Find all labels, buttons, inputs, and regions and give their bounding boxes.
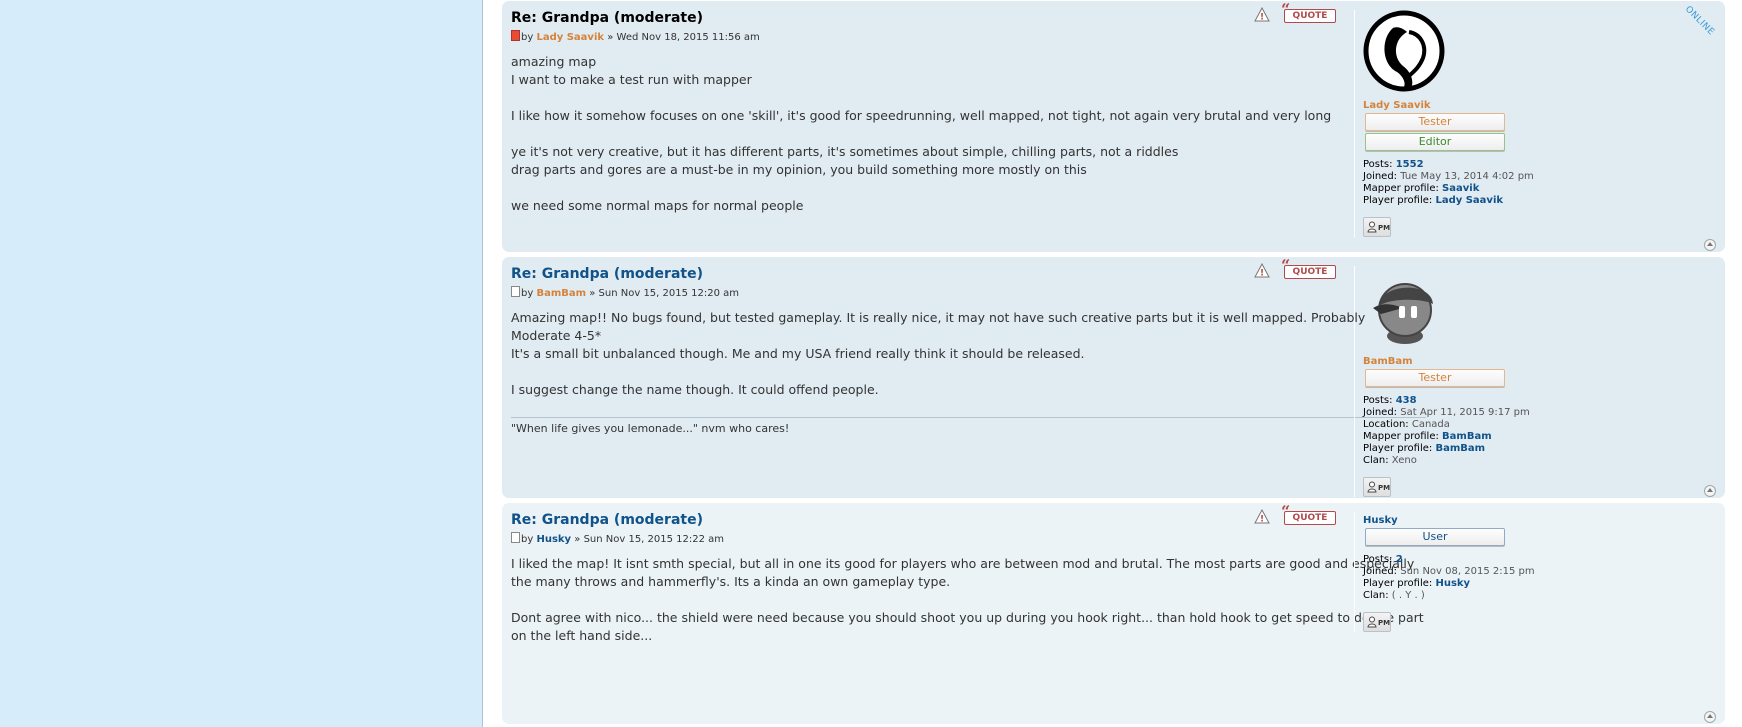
author-link[interactable]: Husky (536, 534, 571, 545)
joined-date: Sun Nov 08, 2015 2:15 pm (1400, 566, 1535, 577)
post-date: Sun Nov 15, 2015 12:22 am (583, 534, 725, 545)
user-icon (1367, 221, 1377, 233)
post: ONLINE Re: Grandpa (moderate) by Lady Sa… (502, 1, 1725, 252)
mapper-profile-link[interactable]: Saavik (1442, 183, 1479, 194)
post-content: Amazing map!! No bugs found, but tested … (511, 309, 1426, 399)
report-icon[interactable]: ! (1254, 263, 1270, 279)
posts-count[interactable]: 2 (1396, 554, 1403, 565)
svg-text:!: ! (1260, 13, 1264, 23)
post-content: amazing map I want to make a test run wi… (511, 53, 1426, 215)
author-link[interactable]: Lady Saavik (536, 32, 604, 43)
quote-button[interactable]: “QUOTE (1281, 504, 1336, 525)
joined-date: Tue May 13, 2014 4:02 pm (1400, 171, 1534, 182)
left-sidebar (0, 0, 483, 727)
unread-post-icon[interactable] (511, 30, 520, 41)
post-paragraph: amazing map I want to make a test run wi… (511, 54, 752, 87)
rank-badge: User (1365, 528, 1505, 546)
clan: ( . Y . ) (1391, 590, 1425, 601)
post-date: Sun Nov 15, 2015 12:20 am (598, 288, 740, 299)
back-to-top-icon[interactable] (1704, 485, 1716, 497)
post-author-line: by Husky » Sun Nov 15, 2015 12:22 am (511, 532, 1426, 546)
post-body: Re: Grandpa (moderate) by BamBam » Sun N… (511, 265, 1426, 437)
profile-username[interactable]: BamBam (1363, 356, 1593, 367)
svg-text:!: ! (1260, 269, 1264, 279)
post-content: I liked the map! It isnt smth special, b… (511, 555, 1426, 645)
post-paragraph: Amazing map!! No bugs found, but tested … (511, 310, 1366, 361)
post-author-line: by Lady Saavik » Wed Nov 18, 2015 11:56 … (511, 30, 1426, 44)
report-icon[interactable]: ! (1254, 7, 1270, 23)
author-link[interactable]: BamBam (536, 288, 586, 299)
post-paragraph: ye it's not very creative, but it has di… (511, 144, 1179, 177)
avatar[interactable] (1363, 266, 1445, 348)
post-body: Re: Grandpa (moderate) by Lady Saavik » … (511, 9, 1426, 215)
post-icon[interactable] (511, 286, 520, 297)
posts-count[interactable]: 438 (1396, 395, 1417, 406)
post-author-line: by BamBam » Sun Nov 15, 2015 12:20 am (511, 286, 1426, 300)
signature: "When life gives you lemonade..." nvm wh… (511, 417, 1426, 437)
post: Re: Grandpa (moderate) by BamBam » Sun N… (502, 257, 1725, 498)
post-paragraph: I suggest change the name though. It cou… (511, 382, 879, 397)
post-icon[interactable] (511, 532, 520, 543)
user-icon (1367, 616, 1377, 628)
svg-text:!: ! (1260, 515, 1264, 525)
user-icon (1367, 481, 1377, 493)
profile-username[interactable]: Lady Saavik (1363, 100, 1593, 111)
posts-count[interactable]: 1552 (1396, 159, 1424, 170)
rank-badge: Tester (1365, 369, 1505, 387)
clan: Xeno (1391, 455, 1417, 466)
profile-fields: Posts: 2 Joined: Sun Nov 08, 2015 2:15 p… (1363, 554, 1535, 601)
post-paragraph: we need some normal maps for normal peop… (511, 198, 804, 213)
post: Re: Grandpa (moderate) by Husky » Sun No… (502, 503, 1725, 724)
report-icon[interactable]: ! (1254, 509, 1270, 525)
profile-username[interactable]: Husky (1363, 515, 1593, 526)
post-date: Wed Nov 18, 2015 11:56 am (616, 32, 760, 43)
pm-button[interactable]: PM (1363, 477, 1391, 497)
player-profile-link[interactable]: Husky (1435, 578, 1470, 589)
mapper-profile-link[interactable]: BamBam (1442, 431, 1492, 442)
rank-badge: Tester (1365, 113, 1505, 131)
player-profile-link[interactable]: BamBam (1435, 443, 1485, 454)
back-to-top-icon[interactable] (1704, 711, 1716, 723)
post-paragraph: I liked the map! It isnt smth special, b… (511, 556, 1415, 589)
quote-button[interactable]: “QUOTE (1281, 2, 1336, 23)
pm-button[interactable]: PM (1363, 217, 1391, 237)
post-paragraph: Dont agree with nico... the shield were … (511, 610, 1424, 643)
post-paragraph: I like how it somehow focuses on one 'sk… (511, 108, 1332, 123)
post-profile: Lady Saavik Tester Editor Posts: 1552 Jo… (1354, 10, 1593, 237)
post-profile: Husky User Posts: 2 Joined: Sun Nov 08, … (1354, 512, 1593, 632)
profile-fields: Posts: 438 Joined: Sat Apr 11, 2015 9:17… (1363, 395, 1530, 466)
post-profile: BamBam Tester Posts: 438 Joined: Sat Apr… (1354, 266, 1593, 497)
profile-fields: Posts: 1552 Joined: Tue May 13, 2014 4:0… (1363, 159, 1534, 206)
player-profile-link[interactable]: Lady Saavik (1435, 195, 1503, 206)
back-to-top-icon[interactable] (1704, 239, 1716, 251)
quote-button[interactable]: “QUOTE (1281, 258, 1336, 279)
online-ribbon: ONLINE (1682, 4, 1717, 38)
post-body: Re: Grandpa (moderate) by Husky » Sun No… (511, 511, 1426, 645)
location: Canada (1411, 419, 1450, 430)
joined-date: Sat Apr 11, 2015 9:17 pm (1400, 407, 1530, 418)
avatar[interactable] (1363, 10, 1445, 92)
rank-badge: Editor (1365, 133, 1505, 151)
pm-button[interactable]: PM (1363, 612, 1391, 632)
